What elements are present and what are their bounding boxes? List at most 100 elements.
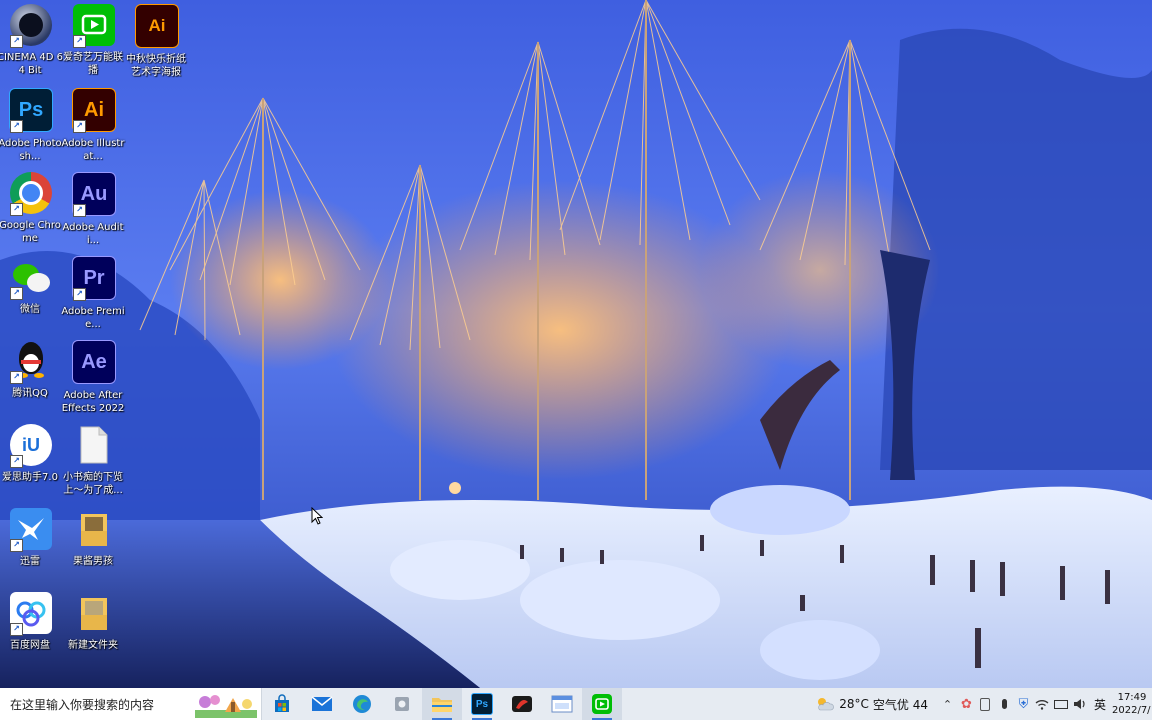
- shortcut-arrow-icon: ↗: [73, 120, 86, 133]
- desktop-icon-label: Adobe Auditi...: [62, 222, 124, 246]
- chrome-icon: ↗: [10, 172, 52, 216]
- battery-icon[interactable]: [1052, 688, 1071, 720]
- taskbar-settings-app[interactable]: [382, 688, 422, 720]
- desktop-icon-wechat[interactable]: ↗ 微信: [0, 252, 62, 336]
- folder-icon: [73, 508, 115, 550]
- iqiyi-taskbar-icon: [592, 694, 612, 714]
- photoshop-taskbar-icon: Ps: [471, 693, 493, 715]
- edge-icon: [353, 695, 371, 713]
- desktop-icon-iqiyi[interactable]: ↗ 爱奇艺万能联播: [63, 0, 125, 84]
- shortcut-arrow-icon: ↗: [10, 203, 23, 216]
- desktop-icon-photoshop[interactable]: Ps ↗ Adobe Photosh...: [0, 84, 62, 168]
- desktop-wallpaper: [0, 0, 1152, 688]
- desktop-icon-ai-poster[interactable]: Ai 中秋快乐折纸艺术字海报: [126, 0, 188, 84]
- desktop-icon-cinema4d[interactable]: ↗ CINEMA 4D 64 Bit: [0, 0, 63, 84]
- tray-app-flower-icon[interactable]: ✿: [957, 688, 976, 720]
- taskbar-search-box[interactable]: 在这里输入你要搜索的内容: [0, 688, 262, 720]
- taskbar-red-app[interactable]: [502, 688, 542, 720]
- air-quality: 空气优 44: [872, 697, 928, 712]
- taskbar-store[interactable]: [262, 688, 302, 720]
- desktop-icon-label: CINEMA 4D 64 Bit: [0, 52, 63, 76]
- tray-device-icon[interactable]: [976, 688, 995, 720]
- network-wifi-icon[interactable]: [1033, 688, 1052, 720]
- text-file-icon: [73, 424, 115, 466]
- security-shield-icon[interactable]: ⛨: [1014, 688, 1033, 720]
- desktop-icon-label: Adobe After Effects 2022: [61, 390, 125, 414]
- taskbar-edge[interactable]: [342, 688, 382, 720]
- illustrator-icon: Ai ↗: [72, 88, 116, 133]
- premiere-icon: Pr ↗: [72, 256, 116, 301]
- after-effects-icon: Ae: [72, 340, 116, 384]
- taskbar-window-app[interactable]: [542, 688, 582, 720]
- shortcut-arrow-icon: ↗: [10, 35, 23, 48]
- photoshop-icon: Ps ↗: [9, 88, 53, 133]
- baidu-netdisk-icon: ↗: [10, 592, 52, 636]
- folder-icon: [73, 592, 115, 634]
- clock-time: 17:49: [1117, 692, 1147, 703]
- shortcut-arrow-icon: ↗: [73, 35, 86, 48]
- search-highlight-art-icon: [195, 695, 257, 718]
- desktop-icon-audition[interactable]: Au ↗ Adobe Auditi...: [62, 168, 125, 252]
- desktop-icon-chrome[interactable]: ↗ Google Chrome: [0, 168, 62, 252]
- taskbar-photoshop[interactable]: Ps: [462, 688, 502, 720]
- desktop-icon-premiere[interactable]: Pr ↗ Adobe Premie...: [61, 252, 125, 336]
- photoshop-glyph: Ps: [18, 98, 44, 121]
- desktop-icon-baidu-netdisk[interactable]: ↗ 百度网盘: [0, 588, 62, 672]
- cinema4d-icon: ↗: [10, 4, 52, 48]
- desktop-icon-after-effects[interactable]: Ae Adobe After Effects 2022: [61, 336, 125, 420]
- search-placeholder: 在这里输入你要搜索的内容: [10, 697, 155, 712]
- ai-file-icon: Ai: [135, 4, 179, 48]
- shortcut-arrow-icon: ↗: [10, 539, 23, 552]
- premiere-glyph: Pr: [83, 266, 105, 289]
- shortcut-arrow-icon: ↗: [10, 120, 23, 133]
- taskbar-iqiyi[interactable]: [582, 688, 622, 720]
- desktop-icon-label: Adobe Photosh...: [0, 138, 62, 162]
- desktop-icon-illustrator[interactable]: Ai ↗ Adobe Illustrat...: [61, 84, 125, 168]
- shortcut-arrow-icon: ↗: [10, 455, 23, 468]
- taskbar-file-explorer[interactable]: [422, 688, 462, 720]
- desktop-icon-label: 中秋快乐折纸艺术字海报: [126, 54, 186, 78]
- shortcut-arrow-icon: ↗: [10, 287, 23, 300]
- app-settings-icon: [395, 697, 409, 711]
- desktop-icon-label: 腾讯QQ: [12, 388, 48, 399]
- after-effects-glyph: Ae: [81, 350, 107, 373]
- desktop-icon-label: 小书痴的下览上～为了成...: [63, 472, 123, 496]
- clock-date: 2022/7/: [1112, 705, 1151, 716]
- taskbar: 在这里输入你要搜索的内容 Ps 28°C 空气优 44 ⌃ ✿ ⛨ 英 17:4…: [0, 688, 1152, 720]
- desktop-icon-label: 新建文件夹: [68, 640, 118, 651]
- microphone-icon[interactable]: [995, 688, 1014, 720]
- desktop-icon-folder-guojiang[interactable]: 果酱男孩: [63, 504, 125, 588]
- temperature: 28°C: [839, 697, 869, 711]
- show-hidden-icons-chevron-up-icon[interactable]: ⌃: [938, 688, 957, 720]
- desktop-icon-new-folder[interactable]: 新建文件夹: [63, 588, 125, 672]
- input-language[interactable]: 英: [1094, 696, 1106, 713]
- desktop-icon-label: 爱奇艺万能联播: [63, 52, 123, 76]
- taskbar-mail[interactable]: [302, 688, 342, 720]
- ai-file-glyph: Ai: [148, 16, 166, 35]
- desktop-icon-qq[interactable]: ↗ 腾讯QQ: [0, 336, 62, 420]
- file-explorer-icon: [432, 698, 452, 712]
- desktop-icon-label: 果酱男孩: [73, 556, 113, 567]
- desktop-icon-i4-assistant[interactable]: iU ↗ 爱思助手7.0: [0, 420, 62, 504]
- shortcut-arrow-icon: ↗: [73, 288, 86, 301]
- desktop-icon-label: Adobe Illustrat...: [61, 138, 125, 162]
- weather-cloud-sun-icon: [818, 698, 835, 711]
- qq-icon: ↗: [10, 340, 52, 384]
- desktop-icon-label: 百度网盘: [10, 640, 50, 651]
- desktop-icon-label: 微信: [20, 304, 40, 315]
- thunder-icon: ↗: [10, 508, 52, 552]
- store-icon: [275, 694, 289, 712]
- system-tray: 28°C 空气优 44 ⌃ ✿ ⛨ 英 17:49 2022/7/: [815, 688, 1152, 720]
- shortcut-arrow-icon: ↗: [73, 204, 86, 217]
- weather-widget[interactable]: 28°C 空气优 44: [815, 696, 928, 713]
- iqiyi-icon: ↗: [73, 4, 115, 48]
- desktop-icon-label: Adobe Premie...: [61, 306, 125, 330]
- desktop-icon-text-file[interactable]: 小书痴的下览上～为了成...: [63, 420, 125, 504]
- window-app-icon: [551, 695, 573, 713]
- system-clock[interactable]: 17:49 2022/7/: [1112, 691, 1152, 717]
- i4-assistant-icon: iU ↗: [10, 424, 52, 468]
- desktop-icon-thunder[interactable]: ↗ 迅雷: [0, 504, 62, 588]
- desktop-icon-label: 迅雷: [20, 556, 40, 567]
- volume-speaker-icon[interactable]: [1071, 688, 1090, 720]
- shortcut-arrow-icon: ↗: [10, 623, 23, 636]
